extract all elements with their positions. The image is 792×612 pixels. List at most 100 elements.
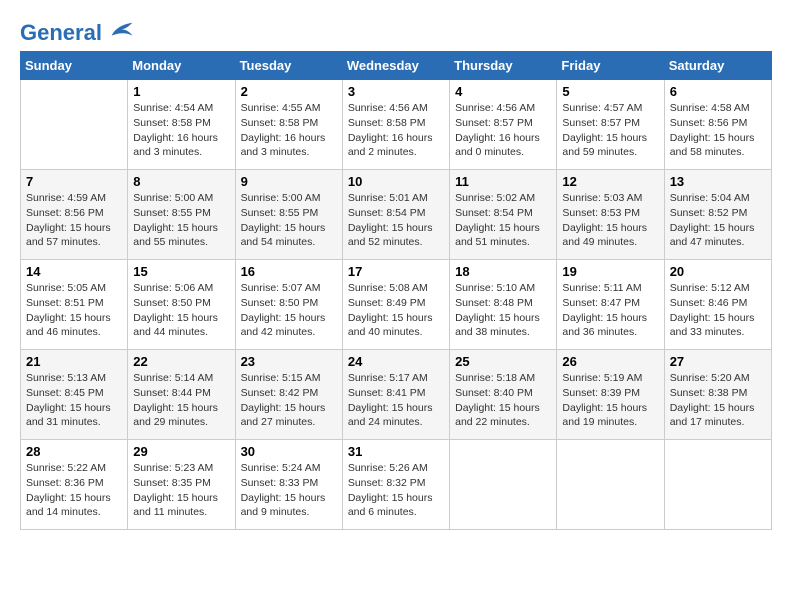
calendar-cell: 6 Sunrise: 4:58 AM Sunset: 8:56 PM Daylig…: [664, 80, 771, 170]
day-info: Sunrise: 4:56 AM Sunset: 8:58 PM Dayligh…: [348, 101, 444, 160]
calendar-cell: 7 Sunrise: 4:59 AM Sunset: 8:56 PM Daylig…: [21, 170, 128, 260]
calendar-cell: 25 Sunrise: 5:18 AM Sunset: 8:40 PM Dayli…: [450, 350, 557, 440]
weekday-header: Monday: [128, 52, 235, 80]
day-number: 16: [241, 264, 337, 279]
day-info: Sunrise: 4:56 AM Sunset: 8:57 PM Dayligh…: [455, 101, 551, 160]
day-number: 28: [26, 444, 122, 459]
day-number: 5: [562, 84, 658, 99]
calendar-cell: 11 Sunrise: 5:02 AM Sunset: 8:54 PM Dayli…: [450, 170, 557, 260]
page-header: General: [20, 20, 772, 41]
day-number: 27: [670, 354, 766, 369]
day-number: 31: [348, 444, 444, 459]
day-number: 9: [241, 174, 337, 189]
calendar-cell: 9 Sunrise: 5:00 AM Sunset: 8:55 PM Daylig…: [235, 170, 342, 260]
day-info: Sunrise: 5:06 AM Sunset: 8:50 PM Dayligh…: [133, 281, 229, 340]
day-info: Sunrise: 5:20 AM Sunset: 8:38 PM Dayligh…: [670, 371, 766, 430]
weekday-header: Tuesday: [235, 52, 342, 80]
calendar-cell: 5 Sunrise: 4:57 AM Sunset: 8:57 PM Daylig…: [557, 80, 664, 170]
day-number: 15: [133, 264, 229, 279]
calendar-cell: 29 Sunrise: 5:23 AM Sunset: 8:35 PM Dayli…: [128, 440, 235, 530]
day-number: 4: [455, 84, 551, 99]
calendar-cell: 31 Sunrise: 5:26 AM Sunset: 8:32 PM Dayli…: [342, 440, 449, 530]
day-number: 3: [348, 84, 444, 99]
logo: General: [20, 20, 134, 41]
day-number: 18: [455, 264, 551, 279]
calendar-cell: 3 Sunrise: 4:56 AM Sunset: 8:58 PM Daylig…: [342, 80, 449, 170]
day-number: 29: [133, 444, 229, 459]
calendar-cell: [557, 440, 664, 530]
calendar-cell: 13 Sunrise: 5:04 AM Sunset: 8:52 PM Dayli…: [664, 170, 771, 260]
day-info: Sunrise: 5:12 AM Sunset: 8:46 PM Dayligh…: [670, 281, 766, 340]
day-info: Sunrise: 4:55 AM Sunset: 8:58 PM Dayligh…: [241, 101, 337, 160]
day-number: 26: [562, 354, 658, 369]
calendar-cell: 28 Sunrise: 5:22 AM Sunset: 8:36 PM Dayli…: [21, 440, 128, 530]
calendar-table: SundayMondayTuesdayWednesdayThursdayFrid…: [20, 51, 772, 530]
day-info: Sunrise: 4:59 AM Sunset: 8:56 PM Dayligh…: [26, 191, 122, 250]
calendar-cell: 16 Sunrise: 5:07 AM Sunset: 8:50 PM Dayli…: [235, 260, 342, 350]
day-info: Sunrise: 4:58 AM Sunset: 8:56 PM Dayligh…: [670, 101, 766, 160]
calendar-cell: [664, 440, 771, 530]
calendar-cell: 30Sunrise: 5:24 AM Sunset: 8:33 PM Dayli…: [235, 440, 342, 530]
calendar-cell: 22 Sunrise: 5:14 AM Sunset: 8:44 PM Dayli…: [128, 350, 235, 440]
calendar-cell: 20 Sunrise: 5:12 AM Sunset: 8:46 PM Dayli…: [664, 260, 771, 350]
calendar-cell: 23Sunrise: 5:15 AM Sunset: 8:42 PM Dayli…: [235, 350, 342, 440]
calendar-cell: 24Sunrise: 5:17 AM Sunset: 8:41 PM Dayli…: [342, 350, 449, 440]
day-number: 25: [455, 354, 551, 369]
day-info: Sunrise: 5:00 AM Sunset: 8:55 PM Dayligh…: [133, 191, 229, 250]
day-number: 2: [241, 84, 337, 99]
day-info: Sunrise: 5:26 AM Sunset: 8:32 PM Dayligh…: [348, 461, 444, 520]
day-number: 22: [133, 354, 229, 369]
day-info: Sunrise: 5:02 AM Sunset: 8:54 PM Dayligh…: [455, 191, 551, 250]
day-number: 10: [348, 174, 444, 189]
calendar-cell: 21 Sunrise: 5:13 AM Sunset: 8:45 PM Dayli…: [21, 350, 128, 440]
day-number: 17: [348, 264, 444, 279]
day-info: Sunrise: 5:07 AM Sunset: 8:50 PM Dayligh…: [241, 281, 337, 340]
day-info: Sunrise: 5:14 AM Sunset: 8:44 PM Dayligh…: [133, 371, 229, 430]
calendar-cell: 19 Sunrise: 5:11 AM Sunset: 8:47 PM Dayli…: [557, 260, 664, 350]
day-number: 13: [670, 174, 766, 189]
day-number: 12: [562, 174, 658, 189]
day-info: Sunrise: 5:18 AM Sunset: 8:40 PM Dayligh…: [455, 371, 551, 430]
day-number: 20: [670, 264, 766, 279]
day-number: 24: [348, 354, 444, 369]
weekday-header: Saturday: [664, 52, 771, 80]
day-number: 11: [455, 174, 551, 189]
weekday-header: Wednesday: [342, 52, 449, 80]
day-info: Sunrise: 5:04 AM Sunset: 8:52 PM Dayligh…: [670, 191, 766, 250]
weekday-header: Sunday: [21, 52, 128, 80]
calendar-cell: [21, 80, 128, 170]
day-info: Sunrise: 5:08 AM Sunset: 8:49 PM Dayligh…: [348, 281, 444, 340]
day-info: Sunrise: 5:10 AM Sunset: 8:48 PM Dayligh…: [455, 281, 551, 340]
day-number: 30: [241, 444, 337, 459]
day-number: 21: [26, 354, 122, 369]
day-number: 6: [670, 84, 766, 99]
calendar-cell: [450, 440, 557, 530]
day-info: Sunrise: 5:15 AM Sunset: 8:42 PM Dayligh…: [241, 371, 337, 430]
logo-bird-icon: [110, 20, 134, 40]
day-info: Sunrise: 5:22 AM Sunset: 8:36 PM Dayligh…: [26, 461, 122, 520]
calendar-cell: 27 Sunrise: 5:20 AM Sunset: 8:38 PM Dayli…: [664, 350, 771, 440]
calendar-cell: 10 Sunrise: 5:01 AM Sunset: 8:54 PM Dayli…: [342, 170, 449, 260]
calendar-cell: 14Sunrise: 5:05 AM Sunset: 8:51 PM Dayli…: [21, 260, 128, 350]
day-info: Sunrise: 5:13 AM Sunset: 8:45 PM Dayligh…: [26, 371, 122, 430]
day-number: 19: [562, 264, 658, 279]
day-info: Sunrise: 5:01 AM Sunset: 8:54 PM Dayligh…: [348, 191, 444, 250]
calendar-cell: 2 Sunrise: 4:55 AM Sunset: 8:58 PM Daylig…: [235, 80, 342, 170]
day-info: Sunrise: 5:11 AM Sunset: 8:47 PM Dayligh…: [562, 281, 658, 340]
day-info: Sunrise: 5:23 AM Sunset: 8:35 PM Dayligh…: [133, 461, 229, 520]
weekday-header: Thursday: [450, 52, 557, 80]
calendar-cell: 1 Sunrise: 4:54 AM Sunset: 8:58 PM Daylig…: [128, 80, 235, 170]
logo-text: General: [20, 20, 134, 45]
day-info: Sunrise: 5:05 AM Sunset: 8:51 PM Dayligh…: [26, 281, 122, 340]
day-number: 1: [133, 84, 229, 99]
day-info: Sunrise: 4:54 AM Sunset: 8:58 PM Dayligh…: [133, 101, 229, 160]
calendar-cell: 15 Sunrise: 5:06 AM Sunset: 8:50 PM Dayli…: [128, 260, 235, 350]
day-info: Sunrise: 4:57 AM Sunset: 8:57 PM Dayligh…: [562, 101, 658, 160]
calendar-cell: 18 Sunrise: 5:10 AM Sunset: 8:48 PM Dayli…: [450, 260, 557, 350]
calendar-cell: 8 Sunrise: 5:00 AM Sunset: 8:55 PM Daylig…: [128, 170, 235, 260]
calendar-cell: 4 Sunrise: 4:56 AM Sunset: 8:57 PM Daylig…: [450, 80, 557, 170]
day-number: 8: [133, 174, 229, 189]
day-info: Sunrise: 5:00 AM Sunset: 8:55 PM Dayligh…: [241, 191, 337, 250]
day-info: Sunrise: 5:03 AM Sunset: 8:53 PM Dayligh…: [562, 191, 658, 250]
day-number: 7: [26, 174, 122, 189]
